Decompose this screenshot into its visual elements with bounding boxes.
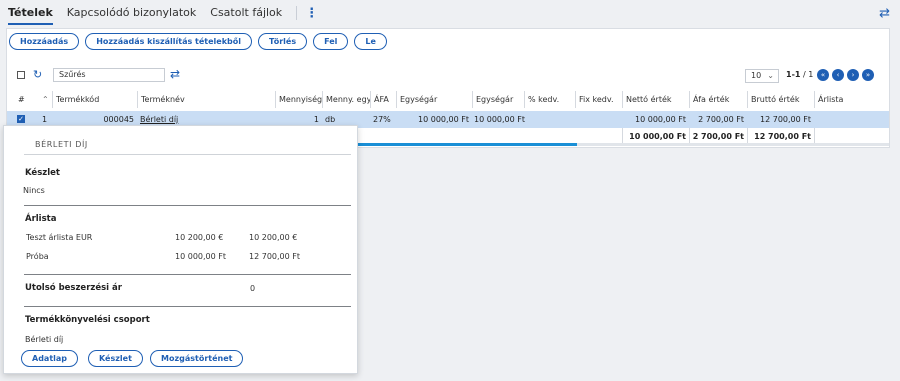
filter-input[interactable]: Szűrés — [53, 68, 165, 82]
stock-value: Nincs — [23, 186, 45, 195]
popup-divider — [24, 274, 351, 275]
column-header-product-code[interactable]: Termékkód — [52, 91, 137, 108]
swap-arrows-icon[interactable]: ⇄ — [170, 67, 180, 81]
row-fix-discount — [575, 111, 622, 128]
movement-history-button[interactable]: Mozgástörténet — [150, 350, 244, 367]
page-size-select[interactable]: 10 ⌄ — [745, 69, 779, 83]
column-header-unit[interactable]: Menny. egység — [322, 91, 370, 108]
row-unit-price-2: 10 000,00 Ft — [474, 115, 525, 124]
tab-bar: Tételek Kapcsolódó bizonylatok Csatolt f… — [0, 0, 900, 26]
row-checkbox[interactable]: ✓ — [17, 115, 25, 123]
price-list-net: 10 200,00 € — [175, 233, 224, 242]
column-header-percent-discount[interactable]: % kedv. — [524, 91, 575, 108]
price-list-gross: 10 200,00 € — [249, 233, 298, 242]
move-up-button[interactable]: Fel — [313, 33, 349, 50]
next-page-icon[interactable]: › — [847, 69, 859, 81]
page-range: 1-1 — [786, 70, 801, 79]
price-list-name: Próba — [26, 252, 49, 261]
column-header-quantity[interactable]: Mennyiség — [275, 91, 322, 108]
accounting-group-label: Termékkönyvelési csoport — [25, 315, 150, 325]
move-down-button[interactable]: Le — [354, 33, 387, 50]
price-list-net: 10 000,00 Ft — [175, 252, 226, 261]
row-price-list — [814, 111, 891, 128]
toolbar: Hozzáadás Hozzáadás kiszállítás tételekb… — [9, 33, 387, 50]
product-info-popup: BÉRLETI DÍJ Készlet Nincs Árlista Teszt … — [3, 125, 358, 374]
add-button[interactable]: Hozzáadás — [9, 33, 80, 50]
last-page-icon[interactable]: » — [862, 69, 874, 81]
last-purchase-label: Utolsó beszerzési ár — [25, 283, 122, 293]
popup-divider — [24, 154, 351, 155]
row-vat: 27% — [373, 115, 391, 124]
stock-button[interactable]: Készlet — [88, 350, 143, 367]
column-header-net-value[interactable]: Nettó érték — [622, 91, 689, 108]
row-net-value: 10 000,00 Ft — [635, 115, 686, 124]
kebab-vertical-icon[interactable]: ⋮ — [305, 6, 318, 21]
column-header-unit-price-2[interactable]: Egységár — [472, 91, 528, 108]
row-percent-discount — [524, 111, 575, 128]
popup-divider — [24, 306, 351, 307]
tab-related-documents[interactable]: Kapcsolódó bizonylatok — [67, 0, 196, 26]
tab-items[interactable]: Tételek — [8, 0, 53, 26]
last-purchase-value: 0 — [250, 284, 256, 293]
column-header-gross-value[interactable]: Bruttó érték — [747, 91, 814, 108]
page-size-value: 10 — [751, 71, 762, 80]
price-list-gross: 12 700,00 Ft — [249, 252, 300, 261]
swap-arrows-icon[interactable]: ⇄ — [879, 6, 890, 21]
first-page-icon[interactable]: « — [817, 69, 829, 81]
refresh-icon[interactable]: ↻ — [33, 68, 42, 81]
table-header: # ⌃ Termékkód Terméknév Mennyiség Menny.… — [7, 91, 889, 108]
datasheet-button[interactable]: Adatlap — [21, 350, 79, 367]
stock-heading: Készlet — [25, 168, 60, 178]
row-vat-value: 2 700,00 Ft — [698, 115, 744, 124]
tab-divider — [296, 6, 298, 20]
tab-attached-files[interactable]: Csatolt fájlok — [210, 0, 282, 26]
row-gross-value: 12 700,00 Ft — [760, 115, 811, 124]
price-list-name: Teszt árlista EUR — [26, 233, 93, 242]
filter-row: ↻ Szűrés ⇄ 10 ⌄ 1-1 / 1 « ‹ › » — [7, 67, 889, 85]
column-header-price-list[interactable]: Árlista — [814, 91, 891, 108]
column-header-product-name[interactable]: Terméknév — [137, 91, 275, 108]
add-from-shipment-button[interactable]: Hozzáadás kiszállítás tételekből — [85, 33, 252, 50]
select-all-checkbox[interactable] — [17, 71, 25, 79]
popup-title: BÉRLETI DÍJ — [35, 140, 88, 149]
row-unit-price: 10 000,00 Ft — [418, 115, 469, 124]
sort-asc-icon[interactable]: ⌃ — [39, 91, 53, 108]
prev-page-icon[interactable]: ‹ — [832, 69, 844, 81]
column-header-unit-price[interactable]: Egységár — [396, 91, 472, 108]
accounting-group-value: Bérleti díj — [25, 335, 64, 344]
page-info: 1-1 / 1 — [786, 70, 813, 79]
chevron-down-icon: ⌄ — [767, 71, 774, 80]
price-list-heading: Árlista — [25, 214, 57, 224]
delete-button[interactable]: Törlés — [258, 33, 308, 50]
column-header-vat-value[interactable]: Áfa érték — [689, 91, 747, 108]
column-header-vat[interactable]: ÁFA — [370, 91, 396, 108]
popup-divider — [24, 205, 351, 206]
column-header-fix-discount[interactable]: Fix kedv. — [575, 91, 622, 108]
page-total: / 1 — [800, 70, 814, 79]
column-header-number: # — [18, 95, 25, 104]
